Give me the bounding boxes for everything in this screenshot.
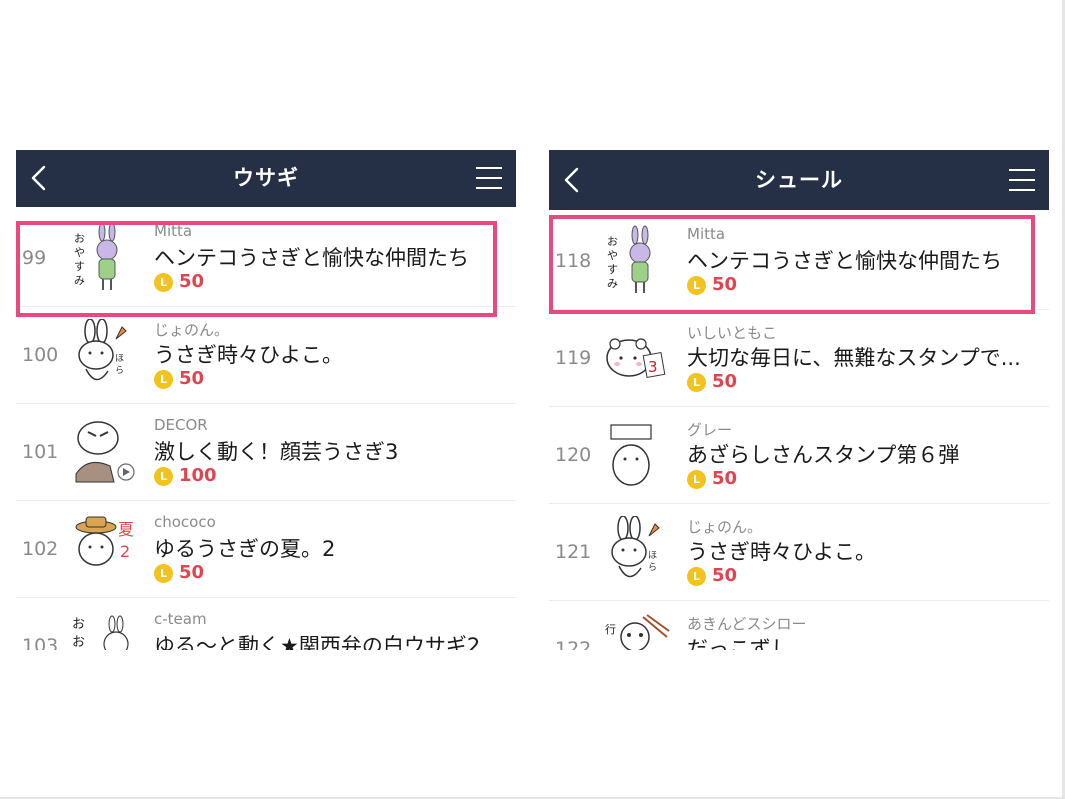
svg-text:2: 2 bbox=[120, 542, 130, 561]
creator-name: Mitta bbox=[687, 225, 726, 243]
price-value: 50 bbox=[179, 271, 205, 292]
rank-number: 100 bbox=[22, 344, 59, 366]
sticker-title: うさぎ時々ひよこ。 bbox=[154, 343, 343, 367]
price-value: 50 bbox=[179, 562, 205, 583]
svg-text:ら: ら bbox=[648, 562, 657, 573]
line-coin-icon: L bbox=[687, 373, 706, 392]
rabbit-sticker-thumbnail bbox=[75, 421, 135, 483]
price-value: 50 bbox=[712, 371, 738, 392]
sticker-ranking-panel-rabbit: ウサギ 99 お や す み Mitta ヘンテコうさぎと愉快な仲間たち L 5… bbox=[16, 150, 516, 650]
sticker-title: 大切な毎日に、無難なスタンプで... bbox=[687, 346, 1021, 370]
rabbit-sticker-thumbnail: お や す み bbox=[74, 222, 118, 290]
creator-name: じょのん。 bbox=[687, 518, 763, 536]
line-coin-icon: L bbox=[154, 564, 173, 583]
svg-text:お: お bbox=[72, 635, 85, 650]
sticker-list-item[interactable]: 102 夏 2 chococo ゆるうさぎの夏。2 L 50 bbox=[16, 501, 516, 598]
line-coin-icon: L bbox=[687, 567, 706, 586]
price-value: 100 bbox=[179, 465, 217, 486]
svg-text:ら: ら bbox=[115, 365, 124, 376]
back-chevron-icon[interactable] bbox=[559, 166, 587, 194]
creator-name: じょのん。 bbox=[154, 321, 230, 339]
rank-number: 122 bbox=[555, 638, 592, 650]
rank-number: 119 bbox=[555, 347, 592, 369]
svg-text:す: す bbox=[74, 260, 85, 273]
rank-number: 103 bbox=[22, 635, 59, 650]
sticker-title: だっこずし bbox=[687, 637, 792, 650]
rank-number: 120 bbox=[555, 444, 592, 466]
rabbit-sticker-thumbnail: ほ ら bbox=[78, 319, 127, 381]
hamburger-menu-icon[interactable] bbox=[474, 164, 504, 192]
creator-name: DECOR bbox=[154, 416, 208, 434]
rank-number: 118 bbox=[555, 250, 592, 272]
sticker-title: ゆる～と動く★関西弁の白ウサギ2 bbox=[154, 634, 481, 650]
sticker-list-item[interactable]: 101 DECOR 激しく動く！顔芸うさぎ3 L 100 bbox=[16, 404, 516, 501]
svg-text:お: お bbox=[74, 232, 85, 245]
rank-number: 121 bbox=[555, 541, 592, 563]
price-value: 50 bbox=[712, 468, 738, 489]
svg-text:3: 3 bbox=[648, 358, 658, 376]
creator-name: chococo bbox=[154, 513, 216, 531]
sticker-list-item[interactable]: 119 3 いしいともこ 大切な毎日に、無難なスタンプで... L 50 bbox=[549, 310, 1049, 407]
svg-text:夏: 夏 bbox=[118, 520, 134, 539]
creator-name: グレー bbox=[687, 421, 733, 439]
bear-sticker-thumbnail: 3 bbox=[606, 338, 666, 378]
rank-number: 99 bbox=[22, 247, 47, 269]
svg-text:行: 行 bbox=[605, 623, 616, 636]
line-coin-icon: L bbox=[154, 467, 173, 486]
navbar: ウサギ bbox=[16, 150, 516, 207]
sticker-title: ゆるうさぎの夏。2 bbox=[154, 537, 336, 561]
svg-text:お: お bbox=[72, 617, 85, 632]
rabbit-sticker-thumbnail: 夏 2 bbox=[75, 516, 134, 566]
seal-sticker-thumbnail bbox=[610, 424, 652, 486]
svg-text:ほ: ほ bbox=[115, 353, 124, 364]
sticker-list: 99 お や す み Mitta ヘンテコうさぎと愉快な仲間たち L 50 10… bbox=[16, 210, 516, 650]
svg-text:み: み bbox=[607, 277, 618, 290]
line-coin-icon: L bbox=[154, 370, 173, 389]
line-coin-icon: L bbox=[687, 276, 706, 295]
rank-number: 102 bbox=[22, 538, 59, 560]
sticker-title: ヘンテコうさぎと愉快な仲間たち bbox=[154, 246, 469, 270]
sticker-list: 118 お や す み Mitta ヘンテコうさぎと愉快な仲間たち L 50 1… bbox=[549, 213, 1049, 650]
sticker-list-item[interactable]: 120 グレー あざらしさんスタンプ第６弾 L 50 bbox=[549, 407, 1049, 504]
line-coin-icon: L bbox=[687, 470, 706, 489]
sticker-title: 激しく動く！顔芸うさぎ3 bbox=[154, 440, 399, 464]
svg-text:す: す bbox=[607, 263, 618, 276]
sushi-sticker-thumbnail: 行 bbox=[605, 614, 670, 650]
svg-text:や: や bbox=[607, 249, 618, 262]
rabbit-sticker-thumbnail: ほ ら bbox=[611, 516, 660, 578]
rabbit-sticker-thumbnail: お お bbox=[72, 615, 129, 650]
navbar: シュール bbox=[549, 150, 1049, 210]
svg-text:お: お bbox=[607, 235, 618, 248]
rabbit-sticker-thumbnail: お や す み bbox=[607, 225, 651, 293]
hamburger-menu-icon[interactable] bbox=[1007, 166, 1037, 194]
sticker-list-item[interactable]: 100 ほ ら じょのん。 うさぎ時々ひよこ。 L 50 bbox=[16, 307, 516, 404]
sticker-title: うさぎ時々ひよこ。 bbox=[687, 540, 876, 564]
sticker-ranking-panel-surreal: シュール 118 お や す み Mitta ヘンテコうさぎと愉快な仲間たち L… bbox=[549, 150, 1049, 650]
line-coin-icon: L bbox=[154, 273, 173, 292]
sticker-list-item[interactable]: 121 ほ ら じょのん。 うさぎ時々ひよこ。 L 50 bbox=[549, 504, 1049, 601]
page-title: ウサギ bbox=[233, 166, 299, 190]
sticker-title: あざらしさんスタンプ第６弾 bbox=[687, 443, 960, 467]
sticker-list-item[interactable]: 99 お や す み Mitta ヘンテコうさぎと愉快な仲間たち L 50 bbox=[16, 210, 516, 307]
sticker-title: ヘンテコうさぎと愉快な仲間たち bbox=[687, 249, 1002, 273]
sticker-list-item[interactable]: 103 お お c-team ゆる～と動く★関西弁の白ウサギ2 L 50 bbox=[16, 598, 516, 650]
creator-name: いしいともこ bbox=[687, 324, 778, 342]
price-value: 50 bbox=[179, 368, 205, 389]
sticker-list-item[interactable]: 118 お や す み Mitta ヘンテコうさぎと愉快な仲間たち L 50 bbox=[549, 213, 1049, 310]
back-chevron-icon[interactable] bbox=[26, 164, 54, 192]
svg-text:や: や bbox=[74, 246, 85, 259]
price-value: 50 bbox=[712, 565, 738, 586]
price-value: 50 bbox=[712, 274, 738, 295]
svg-text:み: み bbox=[74, 274, 85, 287]
creator-name: Mitta bbox=[154, 222, 193, 240]
svg-text:ほ: ほ bbox=[648, 550, 657, 561]
page-title: シュール bbox=[755, 168, 843, 192]
sticker-list-item[interactable]: 122 行 あきんどスシロー だっこずし L 50 bbox=[549, 601, 1049, 650]
creator-name: c-team bbox=[154, 610, 207, 628]
rank-number: 101 bbox=[22, 441, 59, 463]
creator-name: あきんどスシロー bbox=[687, 615, 807, 633]
